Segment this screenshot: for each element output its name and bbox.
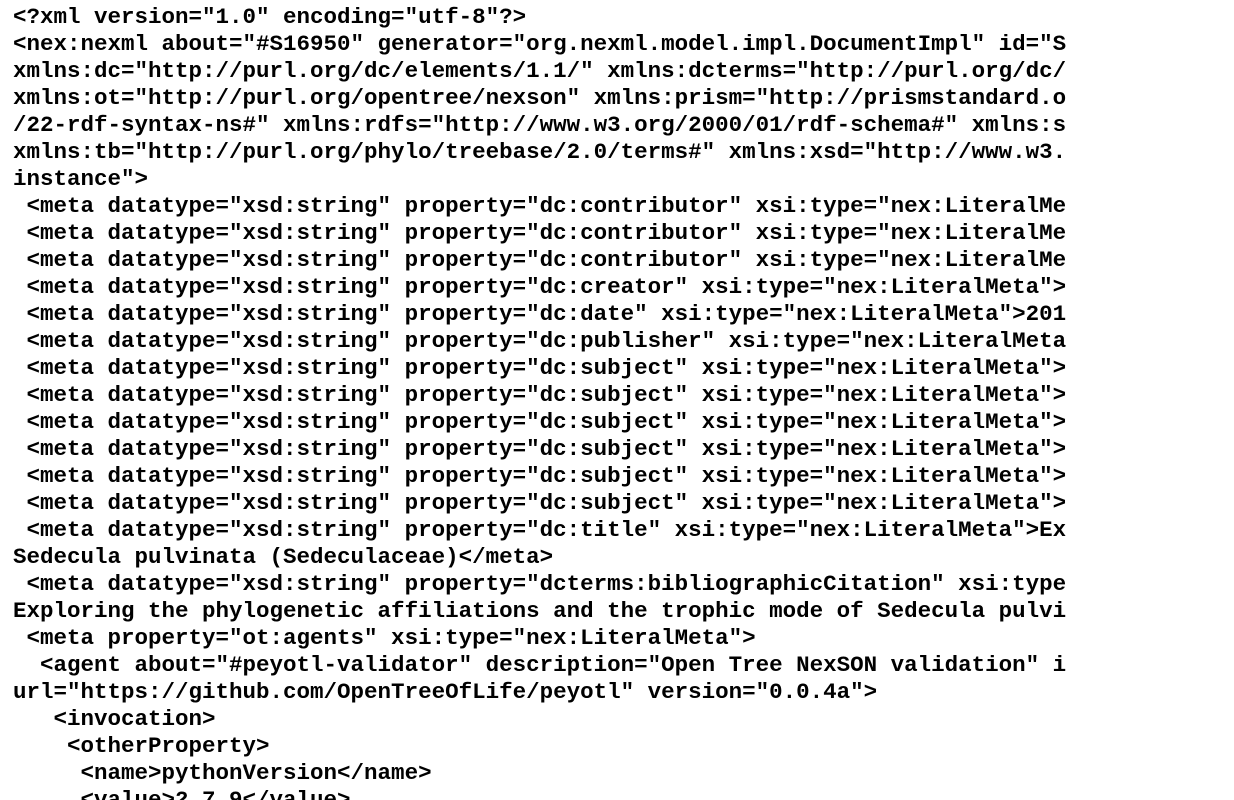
code-line: /22-rdf-syntax-ns#" xmlns:rdfs="http://w… [13,112,1067,138]
code-line: <meta datatype="xsd:string" property="dc… [13,220,1067,246]
code-line: <meta datatype="xsd:string" property="dc… [13,274,1067,300]
code-line: xmlns:dc="http://purl.org/dc/elements/1.… [13,58,1067,84]
xml-source-text: <?xml version="1.0" encoding="utf-8"?> <n… [13,4,1066,800]
code-line: <meta datatype="xsd:string" property="dc… [13,328,1067,354]
code-line: Exploring the phylogenetic affiliations … [13,598,1067,624]
code-line: <meta datatype="xsd:string" property="dc… [13,382,1067,408]
code-line: <name>pythonVersion</name> [13,760,432,786]
code-line: <meta datatype="xsd:string" property="dc… [13,193,1067,219]
code-line: <meta datatype="xsd:string" property="dc… [13,301,1067,327]
code-line: <value>2.7.9</value> [13,787,351,800]
code-line: xmlns:tb="http://purl.org/phylo/treebase… [13,139,1067,165]
code-line: <agent about="#peyotl-validator" descrip… [13,652,1067,678]
code-line: instance"> [13,166,149,192]
code-line: xmlns:ot="http://purl.org/opentree/nexso… [13,85,1067,111]
code-line: <?xml version="1.0" encoding="utf-8"?> [13,4,527,30]
code-line: <meta datatype="xsd:string" property="dc… [13,247,1067,273]
code-line: url="https://github.com/OpenTreeOfLife/p… [13,679,878,705]
code-line: <invocation> [13,706,216,732]
code-line: <otherProperty> [13,733,270,759]
code-line: <nex:nexml about="#S16950" generator="or… [13,31,1067,57]
code-line: <meta datatype="xsd:string" property="dc… [13,355,1067,381]
code-line: <meta datatype="xsd:string" property="dc… [13,463,1067,489]
code-line: <meta datatype="xsd:string" property="dc… [13,436,1067,462]
code-line: <meta datatype="xsd:string" property="dc… [13,571,1067,597]
xml-source-viewer[interactable]: <?xml version="1.0" encoding="utf-8"?> <n… [0,0,1234,800]
code-line: <meta datatype="xsd:string" property="dc… [13,490,1067,516]
code-line: Sedecula pulvinata (Sedeculaceae)</meta> [13,544,554,570]
code-line: <meta property="ot:agents" xsi:type="nex… [13,625,756,651]
code-line: <meta datatype="xsd:string" property="dc… [13,517,1067,543]
code-line: <meta datatype="xsd:string" property="dc… [13,409,1067,435]
